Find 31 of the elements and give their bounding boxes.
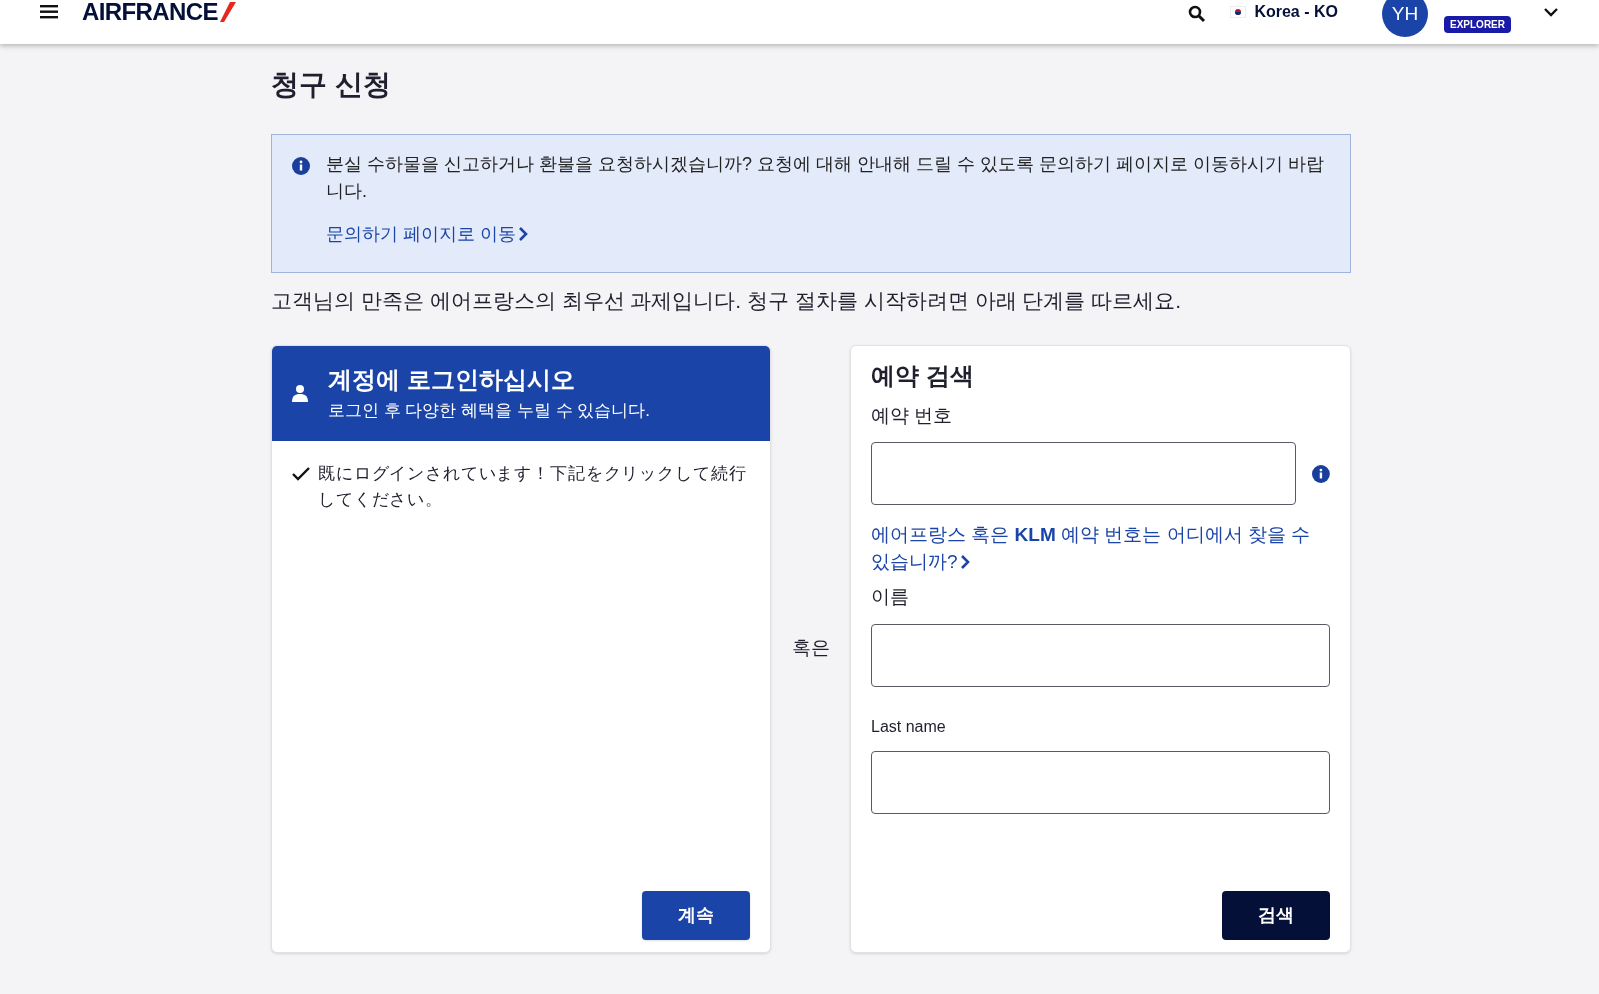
text-field[interactable] — [871, 623, 1330, 687]
booking-number-help-link[interactable]: 에어프랑스 혹은 KLM 예약 번호는 어디에서 찾을 수 있습니까? — [871, 521, 1330, 575]
search-icon[interactable] — [1188, 5, 1207, 23]
field-label: 이름 — [871, 585, 910, 609]
person-icon — [292, 384, 308, 402]
menu-icon[interactable] — [40, 5, 58, 19]
field-label: Last name — [871, 716, 947, 737]
login-title: 계정에 로그인하십시오 — [328, 365, 576, 396]
search-title: 예약 검색 — [871, 360, 975, 391]
user-avatar[interactable]: YH — [1382, 0, 1428, 37]
chevron-right-icon — [959, 554, 970, 570]
intro-text: 고객님의 만족은 에어프랑스의 최우선 과제입니다. 청구 절차를 시작하려면 아래 단계를 따르세요. — [271, 288, 1182, 314]
page-title: 청구 신청 — [271, 68, 392, 102]
field-label: 예약 번호 — [871, 403, 954, 428]
info-icon — [292, 157, 310, 175]
notice-text: 분실 수하물을 신고하거나 환불을 요청하시겠습니까? 요청에 대해 안내해 드릴 수 있도록 문의하기 페이지로 이동하시기 바랍니다. — [326, 153, 1326, 203]
text-field[interactable] — [871, 750, 1330, 814]
flag-icon — [1230, 6, 1247, 18]
chevron-down-icon[interactable] — [1543, 7, 1559, 17]
login-subtitle: 로그인 후 다양한 혜택을 누릴 수 있습니다. — [328, 400, 651, 423]
language-selector[interactable]: Korea - KO — [1230, 0, 1338, 24]
logo-slash-icon — [219, 2, 236, 22]
chevron-right-icon — [518, 226, 528, 242]
contact-link[interactable]: 문의하기 페이지로 이동 — [326, 221, 1330, 248]
tier-badge: EXPLORER — [1444, 15, 1511, 33]
search-button[interactable]: 검색 — [1222, 890, 1330, 940]
continue-button[interactable]: 계속 — [642, 890, 750, 940]
login-status: 既にログインされています！下記をクリックして続行してください。 — [318, 462, 748, 511]
brand-logo[interactable]: AIRFRANCE — [82, 0, 218, 30]
text-field[interactable] — [871, 442, 1297, 505]
or-label: 혹은 — [791, 636, 830, 661]
